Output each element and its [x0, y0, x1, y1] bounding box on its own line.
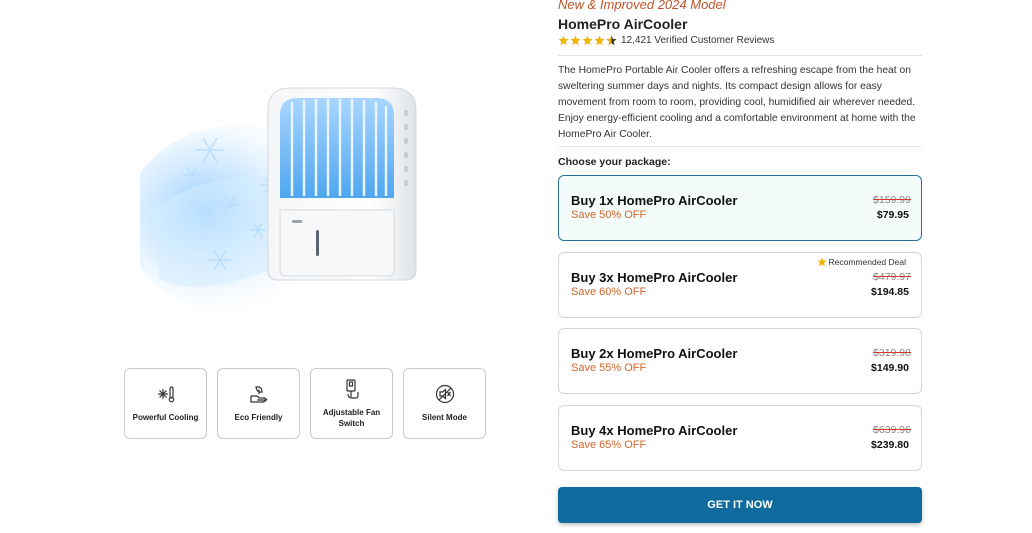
star-icon: [570, 35, 581, 46]
package-savings: Save 55% OFF: [571, 362, 647, 374]
star-half-icon: [606, 35, 617, 46]
feature-card-silent-mode: Silent Mode: [403, 368, 486, 439]
recommended-badge-label: Recommended Deal: [828, 257, 906, 267]
package-name: Buy 4x HomePro AirCooler: [571, 423, 738, 438]
recommended-badge: Recommended Deal: [817, 257, 906, 267]
package-option-3x[interactable]: Recommended Deal Buy 3x HomePro AirCoole…: [558, 252, 922, 318]
star-icon: [817, 257, 827, 267]
product-tagline: New & Improved 2024 Model: [558, 0, 726, 12]
product-description: The HomePro Portable Air Cooler offers a…: [558, 65, 916, 140]
package-old-price: $319.98: [873, 347, 911, 359]
feature-label: Adjustable Fan Switch: [322, 407, 381, 428]
rating-row: 12,421 Verified Customer Reviews: [558, 35, 774, 46]
get-it-now-button[interactable]: GET IT NOW: [558, 487, 922, 523]
product-image: [125, 70, 440, 360]
star-icon: [594, 35, 605, 46]
package-price: $239.80: [871, 439, 909, 451]
divider: [558, 146, 922, 147]
package-savings: Save 60% OFF: [571, 286, 647, 298]
feature-label: Powerful Cooling: [132, 413, 199, 423]
package-price: $194.85: [871, 286, 909, 298]
star-icon: [558, 35, 569, 46]
package-name: Buy 2x HomePro AirCooler: [571, 346, 738, 361]
feature-card-adjustable-fan-switch: Adjustable Fan Switch: [310, 368, 393, 439]
package-heading: Choose your package:: [558, 156, 671, 168]
package-savings: Save 50% OFF: [571, 209, 647, 221]
mute-icon: [434, 383, 456, 405]
package-option-4x[interactable]: Buy 4x HomePro AirCooler Save 65% OFF $6…: [558, 405, 922, 471]
divider: [558, 55, 922, 56]
feature-card-powerful-cooling: Powerful Cooling: [124, 368, 207, 439]
switch-hand-icon: [341, 378, 363, 400]
package-option-1x[interactable]: Buy 1x HomePro AirCooler Save 50% OFF $1…: [558, 175, 922, 241]
package-price: $149.90: [871, 362, 909, 374]
feature-label: Eco Friendly: [234, 413, 283, 423]
leaf-hand-icon: [248, 383, 270, 405]
package-old-price: $159.99: [873, 194, 911, 206]
package-old-price: $639.96: [873, 424, 911, 436]
star-rating: [558, 35, 617, 46]
package-name: Buy 3x HomePro AirCooler: [571, 270, 738, 285]
package-price: $79.95: [876, 209, 909, 221]
feature-card-eco-friendly: Eco Friendly: [217, 368, 300, 439]
star-icon: [582, 35, 593, 46]
package-savings: Save 65% OFF: [571, 439, 647, 451]
snowflake-thermometer-icon: [155, 383, 177, 405]
review-count: 12,421 Verified Customer Reviews: [621, 35, 775, 46]
package-old-price: $479.97: [873, 271, 911, 283]
package-option-2x[interactable]: Buy 2x HomePro AirCooler Save 55% OFF $3…: [558, 328, 922, 394]
product-title: HomePro AirCooler: [558, 16, 688, 32]
feature-label: Silent Mode: [422, 413, 467, 423]
feature-list: Powerful Cooling Eco Friendly Adjustable…: [124, 368, 486, 439]
package-name: Buy 1x HomePro AirCooler: [571, 193, 738, 208]
